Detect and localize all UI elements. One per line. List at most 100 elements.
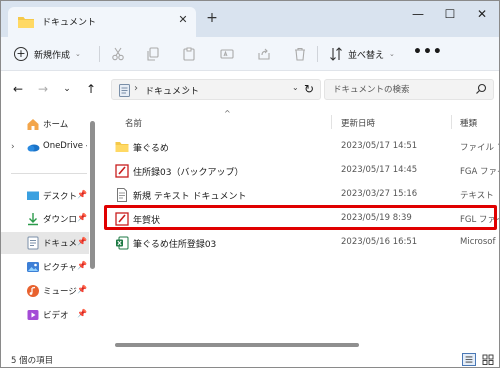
music-icon (27, 285, 39, 297)
highlight-box (104, 205, 497, 230)
tab-title: ドキュメント (42, 18, 97, 28)
expand-chevron-icon[interactable]: › (11, 142, 15, 152)
navigation-pane: ホーム › OneDrive - デスクトップ 📌 ダウンロード 📌 (1, 109, 95, 351)
onedrive-icon (27, 144, 40, 152)
sidebar-item-onedrive[interactable]: › OneDrive - (1, 136, 89, 158)
file-date: 2023/03/27 15:16 (341, 189, 418, 199)
new-tab-button[interactable]: + (204, 10, 220, 26)
close-button[interactable]: ✕ (459, 1, 499, 29)
sidebar-item-desktop[interactable]: デスクトップ 📌 (1, 185, 89, 207)
new-button-label: 新規作成 (34, 50, 71, 61)
column-divider[interactable] (331, 115, 332, 129)
file-name: 住所録03（バックアップ） (133, 168, 244, 178)
documents-icon (27, 236, 39, 250)
tiles-view-icon[interactable] (481, 353, 495, 366)
sidebar-item-documents[interactable]: ドキュメント 📌 (1, 232, 89, 254)
up-arrow-icon[interactable]: ↑ (83, 81, 99, 97)
pin-icon: 📌 (77, 237, 87, 246)
sort-button-label: 並べ替え (348, 50, 385, 61)
search-icon[interactable] (475, 83, 487, 95)
sidebar-item-downloads[interactable]: ダウンロード 📌 (1, 208, 89, 230)
status-bar: 5 個の項目 (1, 351, 499, 367)
sidebar-divider (11, 173, 87, 174)
tab-close-icon[interactable]: ✕ (176, 13, 190, 27)
pin-icon: 📌 (77, 309, 87, 318)
forward-arrow-icon[interactable]: → (35, 81, 51, 97)
plus-icon: + (14, 47, 28, 61)
sidebar-item-music[interactable]: ミュージック 📌 (1, 280, 89, 302)
desktop-icon (27, 191, 39, 200)
address-bar[interactable]: › ドキュメント › ⌄ (111, 79, 321, 100)
sort-icon (330, 47, 342, 61)
file-row[interactable]: 新規 テキスト ドキュメント 2023/03/27 15:16 テキスト ド (105, 183, 499, 207)
file-name: 筆ぐるめ住所登録03 (133, 240, 217, 250)
search-input[interactable] (333, 83, 463, 97)
title-bar: ドキュメント ✕ + — ☐ ✕ (1, 1, 499, 37)
sidebar-item-label: ドキュメント (43, 239, 77, 249)
column-header-type[interactable]: 種類 (460, 117, 477, 129)
file-row[interactable]: 筆ぐるめ 2023/05/17 14:51 ファイル フ (105, 135, 499, 159)
breadcrumb-separator: › (134, 83, 138, 94)
search-box[interactable] (324, 79, 494, 100)
pictures-icon (27, 262, 39, 272)
file-date: 2023/05/16 16:51 (341, 237, 418, 247)
tab-documents[interactable]: ドキュメント ✕ (8, 7, 196, 37)
home-icon (27, 119, 39, 130)
sidebar-item-label: ダウンロード (43, 215, 77, 225)
sidebar-item-label: ピクチャ (43, 263, 77, 273)
details-view-icon[interactable] (462, 353, 476, 366)
breadcrumb-separator[interactable]: › (184, 83, 188, 94)
folder-icon (115, 142, 129, 152)
delete-icon[interactable] (293, 47, 307, 61)
chevron-down-icon: ⌄ (75, 50, 81, 58)
file-date: 2023/05/17 14:45 (341, 165, 418, 175)
documents-icon (119, 84, 130, 97)
rename-icon[interactable] (220, 47, 234, 61)
text-file-icon (117, 188, 127, 202)
column-header-modified[interactable]: 更新日時 (341, 117, 375, 129)
file-name: 筆ぐるめ (133, 144, 169, 154)
toolbar-divider (317, 46, 318, 62)
file-row[interactable]: 住所録03（バックアップ） 2023/05/17 14:45 FGA ファイ (105, 159, 499, 183)
file-type: ファイル フ (460, 143, 499, 153)
fudegurume-file-icon (115, 164, 129, 178)
sidebar-item-label: ビデオ (43, 311, 69, 321)
file-row[interactable]: 筆ぐるめ住所登録03 2023/05/16 16:51 Microsof (105, 231, 499, 255)
chevron-down-icon: ⌄ (389, 50, 395, 58)
file-type: FGA ファイ (460, 167, 499, 177)
cut-icon[interactable] (111, 47, 125, 61)
back-arrow-icon[interactable]: ← (10, 81, 26, 97)
pin-icon: 📌 (77, 213, 87, 222)
file-type: Microsof (460, 237, 496, 247)
pin-icon: 📌 (77, 190, 87, 199)
paste-icon[interactable] (182, 47, 196, 61)
sort-caret-icon: ^ (224, 109, 231, 118)
breadcrumb-documents[interactable]: ドキュメント (145, 84, 199, 97)
column-divider[interactable] (451, 115, 452, 129)
sidebar-item-videos[interactable]: ビデオ 📌 (1, 304, 89, 326)
sort-button[interactable]: 並べ替え ⌄ (329, 45, 395, 63)
copy-icon[interactable] (146, 47, 160, 61)
command-bar: + 新規作成 ⌄ 並べ替え ⌄ ••• (1, 37, 499, 71)
recent-chevron-icon[interactable]: ⌄ (59, 81, 75, 97)
column-header-name[interactable]: 名前 (125, 117, 142, 129)
excel-file-icon (116, 236, 129, 250)
folder-icon (18, 17, 34, 28)
sidebar-item-label: ミュージック (43, 287, 77, 297)
address-dropdown-icon[interactable]: ⌄ (292, 83, 299, 92)
file-type: テキスト ド (460, 191, 499, 201)
videos-icon (27, 310, 39, 320)
sidebar-item-home[interactable]: ホーム (1, 113, 89, 135)
new-button[interactable]: + 新規作成 ⌄ (14, 44, 81, 64)
explorer-window: ドキュメント ✕ + — ☐ ✕ + 新規作成 ⌄ 並べ替え ⌄ ••• ← →… (0, 0, 500, 368)
sidebar-item-label: ホーム (43, 120, 69, 130)
file-list: ^ 名前 更新日時 種類 筆ぐるめ 2023/05/17 14:51 ファイル … (95, 109, 499, 351)
sidebar-item-label: OneDrive - (43, 141, 87, 151)
horizontal-scrollbar[interactable] (115, 343, 359, 347)
more-options-button[interactable]: ••• (413, 45, 443, 59)
file-date: 2023/05/17 14:51 (341, 141, 418, 151)
toolbar-divider (99, 46, 100, 62)
sidebar-item-pictures[interactable]: ピクチャ 📌 (1, 256, 89, 278)
share-icon[interactable] (257, 47, 271, 61)
refresh-icon[interactable]: ↻ (301, 81, 317, 97)
